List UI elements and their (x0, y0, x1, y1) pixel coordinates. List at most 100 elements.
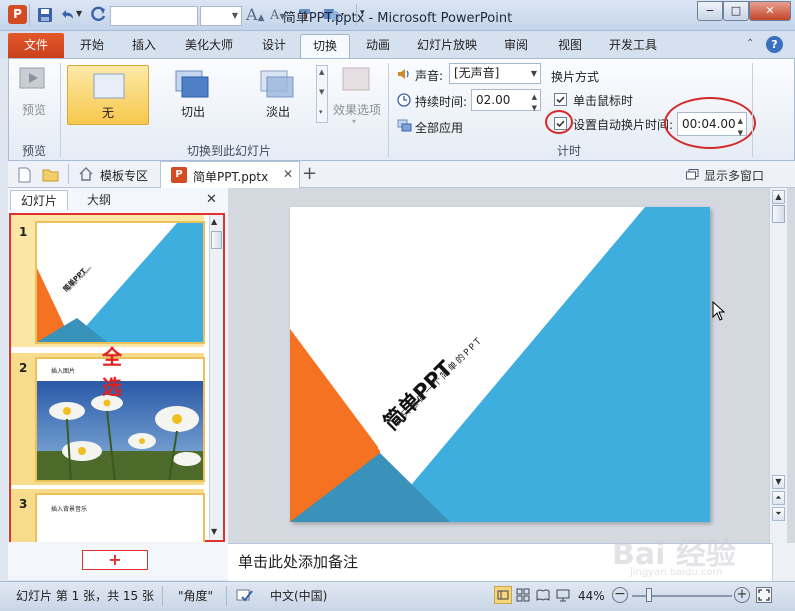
next-slide-icon[interactable]: ⏷ (772, 507, 785, 521)
gallery-scroll[interactable]: ▲ ▼ ▾ (316, 65, 328, 123)
tab-beautify[interactable]: 美化大师 (176, 34, 242, 58)
thumbnails-scrollbar[interactable]: ▲ ▼ (209, 215, 223, 540)
group-divider (752, 63, 753, 157)
close-panel-icon[interactable]: ✕ (206, 192, 217, 207)
thumbnails-scroll-thumb[interactable] (211, 231, 222, 249)
tab-divider (68, 164, 69, 184)
reading-view-icon[interactable] (536, 588, 550, 602)
preview-button[interactable]: 预览 (17, 101, 51, 118)
new-tab-icon[interactable]: + (302, 163, 317, 184)
advance-slide-title: 换片方式 (551, 70, 600, 84)
thumbnails-scroll-down-icon[interactable]: ▼ (211, 527, 217, 536)
multi-window-icon[interactable] (686, 169, 699, 180)
tab-transitions[interactable]: 切换 (300, 34, 350, 58)
tab-insert[interactable]: 插入 (122, 34, 166, 58)
zoom-in-icon[interactable]: + (734, 587, 750, 603)
tab-review[interactable]: 审阅 (494, 34, 538, 58)
duration-spinner[interactable]: 02.00 ▲ ▼ (471, 89, 541, 112)
notes-scrollbar[interactable] (772, 543, 795, 581)
previous-slide-icon[interactable]: ⏶ (772, 491, 785, 505)
zoom-level[interactable]: 44% (578, 582, 605, 610)
zoom-slider-thumb[interactable] (646, 588, 652, 602)
slide-2-number: 2 (19, 361, 28, 375)
status-divider (226, 586, 227, 606)
transition-cut[interactable]: 切出 (152, 65, 234, 123)
effect-options-dropdown-icon[interactable]: ▾ (352, 117, 356, 126)
spell-check-icon[interactable] (236, 588, 254, 604)
notes-pane[interactable]: 单击此处添加备注 (228, 543, 772, 581)
slides-panel: 幻灯片 大纲 ✕ 1 简单PPT 我只想做一个简单的PPT 2 插入图片 全选 … (8, 188, 228, 580)
tab-file[interactable]: 文件 (8, 33, 64, 58)
minimize-button[interactable]: − (697, 1, 723, 21)
gallery-scroll-down-icon[interactable]: ▼ (319, 88, 324, 96)
zoom-out-icon[interactable]: − (612, 587, 628, 603)
duration-down-icon[interactable]: ▼ (532, 98, 537, 118)
slideshow-view-icon[interactable] (556, 588, 570, 602)
preview-group-label: 预览 (21, 144, 46, 158)
theme-status[interactable]: "角度" (178, 582, 213, 610)
effect-options-icon[interactable] (339, 65, 373, 95)
normal-view-icon[interactable] (494, 586, 512, 604)
apply-all-icon (397, 119, 413, 133)
current-slide[interactable]: 简单PPT 我只想做一个简单的PPT (290, 207, 710, 522)
add-slide-button[interactable]: + (82, 550, 148, 570)
tab-animations[interactable]: 动画 (356, 34, 400, 58)
duration-value: 02.00 (476, 93, 511, 107)
fit-to-window-icon[interactable] (756, 587, 772, 603)
transition-fade-label: 淡出 (265, 105, 290, 119)
minimize-ribbon-icon[interactable]: ⌃ (746, 38, 754, 49)
status-bar: 幻灯片 第 1 张，共 15 张 "角度" 中文(中国) 44% − + (0, 581, 795, 611)
close-tab-icon[interactable]: ✕ (283, 167, 293, 181)
new-document-icon[interactable] (18, 167, 31, 183)
thumbnails-scroll-up-icon[interactable]: ▲ (211, 217, 217, 226)
tab-slideshow[interactable]: 幻灯片放映 (408, 34, 486, 58)
open-folder-icon[interactable] (42, 167, 59, 182)
effect-options-button[interactable]: 效果选项 (331, 101, 383, 118)
transition-fade[interactable]: 淡出 (237, 65, 319, 123)
sound-select[interactable]: [无声音] ▼ (449, 63, 541, 84)
tab-view[interactable]: 视图 (548, 34, 592, 58)
current-document-tab[interactable]: P 简单PPT.pptx ✕ (160, 161, 300, 188)
multi-window-button[interactable]: 显示多窗口 (704, 167, 764, 184)
gallery-scroll-up-icon[interactable]: ▲ (319, 68, 324, 76)
slide-scrollbar[interactable]: ▲ ▼ ⏶ ⏷ (769, 188, 787, 543)
tab-slides[interactable]: 幻灯片 (10, 190, 68, 210)
group-divider (388, 63, 389, 157)
restore-button[interactable]: □ (723, 1, 749, 21)
transition-none[interactable]: 无 (67, 65, 149, 125)
document-tab-strip: 模板专区 P 简单PPT.pptx ✕ + 显示多窗口 (8, 161, 795, 188)
sound-label: 声音: (415, 69, 444, 83)
slide-scroll-down-icon[interactable]: ▼ (772, 475, 785, 489)
tab-outline[interactable]: 大纲 (70, 190, 128, 210)
duration-label: 持续时间: (415, 95, 468, 109)
apply-all-button[interactable]: 全部应用 (415, 119, 463, 136)
select-all-annotation: 全选 (102, 345, 122, 399)
tab-home[interactable]: 开始 (70, 34, 114, 58)
sound-value: [无声音] (454, 66, 500, 80)
slide-1-number: 1 (19, 225, 28, 239)
thumb-slide-3[interactable]: 插入背景音乐 (35, 493, 205, 542)
slide-scroll-thumb[interactable] (772, 205, 785, 223)
gallery-more-icon[interactable]: ▾ (319, 108, 323, 116)
preview-icon[interactable] (17, 65, 49, 95)
title-bar: P ▼ ▼ A▲ A▼ ▾ 简单PPT.pptx - Microsoft Pow… (0, 0, 795, 31)
transition-cut-label: 切出 (180, 105, 205, 119)
slide-editing-area: 简单PPT 我只想做一个简单的PPT ▲ ▼ ⏶ ⏷ (228, 188, 795, 543)
pptx-file-icon: P (171, 167, 187, 183)
current-document-name: 简单PPT.pptx (193, 170, 269, 184)
template-zone-tab[interactable]: 模板专区 (100, 167, 148, 184)
slide-scroll-up-icon[interactable]: ▲ (772, 190, 785, 204)
sound-icon (397, 67, 411, 81)
tab-developer[interactable]: 开发工具 (600, 34, 666, 58)
on-click-checkbox[interactable] (554, 93, 567, 106)
status-divider (162, 586, 163, 606)
thumb-2-title: 插入图片 (51, 368, 76, 375)
sound-dropdown-icon[interactable]: ▼ (531, 64, 537, 83)
thumb-slide-1[interactable]: 简单PPT 我只想做一个简单的PPT (35, 221, 205, 344)
help-icon[interactable]: ? (766, 36, 783, 53)
slide-sorter-icon[interactable] (516, 588, 530, 602)
tab-design[interactable]: 设计 (252, 34, 296, 58)
close-window-button[interactable]: ✕ (749, 1, 791, 21)
language-status[interactable]: 中文(中国) (270, 582, 327, 610)
home-icon[interactable] (78, 166, 94, 182)
